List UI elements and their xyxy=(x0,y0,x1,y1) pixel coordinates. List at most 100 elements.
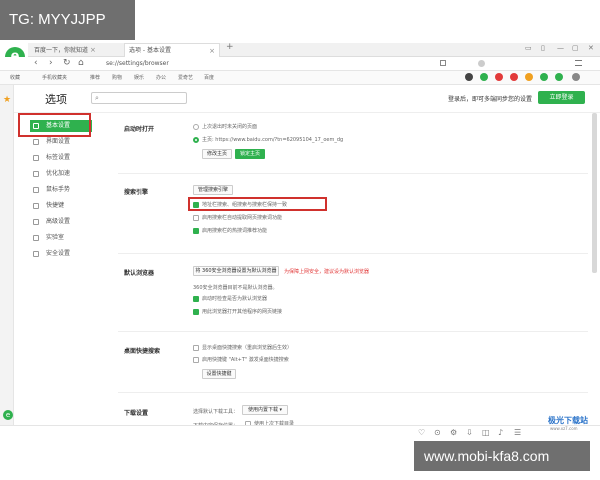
assistant-icon[interactable]: e xyxy=(3,410,13,420)
menu-item-security[interactable]: 安全设置 xyxy=(30,248,92,260)
menu-label: 界面设置 xyxy=(46,138,71,145)
toolbar-icon[interactable] xyxy=(495,73,503,81)
status-icon[interactable]: ⊙ xyxy=(434,428,441,437)
menu-item-tabs[interactable]: 标签设置 xyxy=(30,152,92,164)
mouse-icon xyxy=(33,187,39,193)
shield-icon xyxy=(33,251,39,257)
option-label: 主页 xyxy=(202,137,213,143)
menu-item-shortcuts[interactable]: 快捷键 xyxy=(30,200,92,212)
bookmark-item[interactable]: 推荐 xyxy=(90,72,100,84)
desktop-search-alt-option[interactable]: 启用快捷键 "Alt+T" 激发桌面快捷搜索 xyxy=(193,356,289,364)
menu-item-gestures[interactable]: 鼠标手势 xyxy=(30,184,92,196)
menu-icon[interactable] xyxy=(575,60,582,66)
bookmark-item[interactable]: 购物 xyxy=(112,72,122,84)
toolbar-icon[interactable] xyxy=(525,73,533,81)
startup-option-last[interactable]: 上次退出时未关闭的页面 xyxy=(193,123,257,131)
change-home-button[interactable]: 修改主页 xyxy=(202,149,232,159)
search-auto-suggest-option[interactable]: 启用搜索栏自动提取网页搜索词功能 xyxy=(193,214,282,222)
search-hot-option[interactable]: 启用搜索栏的热搜词推荐功能 xyxy=(193,227,267,235)
radio[interactable] xyxy=(193,137,199,143)
scrollbar[interactable] xyxy=(592,113,597,273)
status-icon[interactable]: ⇩ xyxy=(466,428,473,437)
new-tab-button[interactable]: + xyxy=(226,42,234,52)
desktop-search-show-option[interactable]: 显示桌面快捷搜索（重启浏览器后生效） xyxy=(193,344,292,352)
lab-icon xyxy=(33,235,39,241)
close-window-icon[interactable]: ✕ xyxy=(588,44,594,52)
bookmark-item[interactable]: 爱奇艺 xyxy=(178,72,193,84)
bookmark-item[interactable]: 百度 xyxy=(204,72,214,84)
status-icon[interactable]: ♡ xyxy=(418,428,425,437)
star-icon[interactable]: ★ xyxy=(3,95,11,105)
checkbox[interactable] xyxy=(193,345,199,351)
tab-label: 选项 - 基本设置 xyxy=(129,47,171,54)
set-default-browser-button[interactable]: 将 360安全浏览器设置为默认浏览器 xyxy=(193,266,279,276)
startup-option-home[interactable]: 主页: https://www.baidu.com/?tn=62095104_1… xyxy=(193,136,343,144)
toolbar-icon[interactable] xyxy=(540,73,548,81)
back-icon[interactable]: ‹ xyxy=(34,58,38,68)
section-desktop-search-label: 桌面快捷搜索 xyxy=(124,348,161,355)
address-bar[interactable]: se://settings/browser xyxy=(106,58,416,69)
status-icon[interactable]: ♪ xyxy=(498,428,503,437)
checkbox[interactable] xyxy=(193,309,199,315)
status-icon[interactable]: ◫ xyxy=(482,428,490,437)
default-browser-status: 360安全浏览器目前不是默认浏览器。 xyxy=(193,285,278,291)
window-icon[interactable]: ▭ xyxy=(525,44,532,52)
menu-item-optimize[interactable]: 优化加速 xyxy=(30,168,92,180)
interface-icon xyxy=(33,139,39,145)
menu-label: 鼠标手势 xyxy=(46,186,71,193)
close-icon[interactable]: × xyxy=(90,46,96,54)
bookmark-item[interactable]: 办公 xyxy=(156,72,166,84)
option-label: 用此浏览器打开其他程序的网页链接 xyxy=(202,309,283,315)
checkbox[interactable] xyxy=(193,296,199,302)
radio[interactable] xyxy=(193,124,199,130)
login-button[interactable]: 立即登录 xyxy=(538,91,585,104)
toolbar-icon[interactable] xyxy=(572,73,580,81)
forward-icon[interactable]: › xyxy=(49,58,53,68)
speed-icon xyxy=(33,171,39,177)
tab-baidu[interactable]: 百度一下，你就知道 × xyxy=(30,43,120,57)
check-default-option[interactable]: 启动时检查是否为默认浏览器 xyxy=(193,295,267,303)
refresh-icon[interactable]: ↻ xyxy=(63,58,71,68)
setup-shortcut-button[interactable]: 设置快捷键 xyxy=(202,369,236,379)
status-icon[interactable]: ⚙ xyxy=(450,428,457,437)
toolbar-icon[interactable] xyxy=(480,73,488,81)
download-tool-label: 选择默认下载工具： xyxy=(193,409,239,415)
lock-home-button[interactable]: 锁定主页 xyxy=(235,149,265,159)
maximize-icon[interactable]: ▢ xyxy=(572,44,579,52)
menu-item-advanced[interactable]: 高级设置 xyxy=(30,216,92,228)
home-icon[interactable]: ⌂ xyxy=(78,58,84,68)
menu-item-lab[interactable]: 实验室 xyxy=(30,232,92,244)
bookmark-item[interactable]: 收藏 xyxy=(10,72,20,84)
toolbar-icon[interactable] xyxy=(465,73,473,81)
option-label: 启用搜索栏自动提取网页搜索词功能 xyxy=(202,215,283,221)
checkbox[interactable] xyxy=(193,228,199,234)
checkbox[interactable] xyxy=(193,357,199,363)
toolbar-icon[interactable] xyxy=(555,73,563,81)
browser-sidebar xyxy=(0,85,14,425)
option-label: 上次退出时未关闭的页面 xyxy=(202,124,258,130)
menu-label: 优化加速 xyxy=(46,170,71,177)
menu-label: 高级设置 xyxy=(46,218,71,225)
toolbar-icon[interactable] xyxy=(510,73,518,81)
menu-label: 实验室 xyxy=(46,234,65,241)
sidebar-toggle-icon[interactable]: ▯ xyxy=(541,44,545,52)
login-prompt: 登录后，即可多端同步您的设置 xyxy=(448,96,533,103)
manage-search-engine-button[interactable]: 管理搜索引擎 xyxy=(193,185,233,195)
close-icon[interactable]: × xyxy=(209,44,215,57)
bookmark-item[interactable]: 手机收藏夹 xyxy=(42,72,67,84)
divider xyxy=(118,392,588,393)
bookmark-item[interactable]: 娱乐 xyxy=(134,72,144,84)
status-icon[interactable]: ☰ xyxy=(514,428,521,437)
download-icon[interactable] xyxy=(440,60,446,66)
option-label: 显示桌面快捷搜索（重启浏览器后生效） xyxy=(202,345,293,351)
site-logo: 极光下载站 xyxy=(548,416,588,425)
tab-settings[interactable]: 选项 - 基本设置 × xyxy=(124,43,220,57)
checkbox[interactable] xyxy=(193,215,199,221)
menu-item-interface[interactable]: 界面设置 xyxy=(30,136,92,148)
open-links-option[interactable]: 用此浏览器打开其他程序的网页链接 xyxy=(193,308,282,316)
download-tool-select[interactable]: 使用内置下载 ▾ xyxy=(242,405,288,415)
tab-label: 百度一下，你就知道 xyxy=(34,47,89,54)
avatar[interactable] xyxy=(478,60,485,67)
minimize-icon[interactable]: — xyxy=(557,44,564,52)
settings-search-input[interactable]: ⌕ xyxy=(91,92,187,104)
